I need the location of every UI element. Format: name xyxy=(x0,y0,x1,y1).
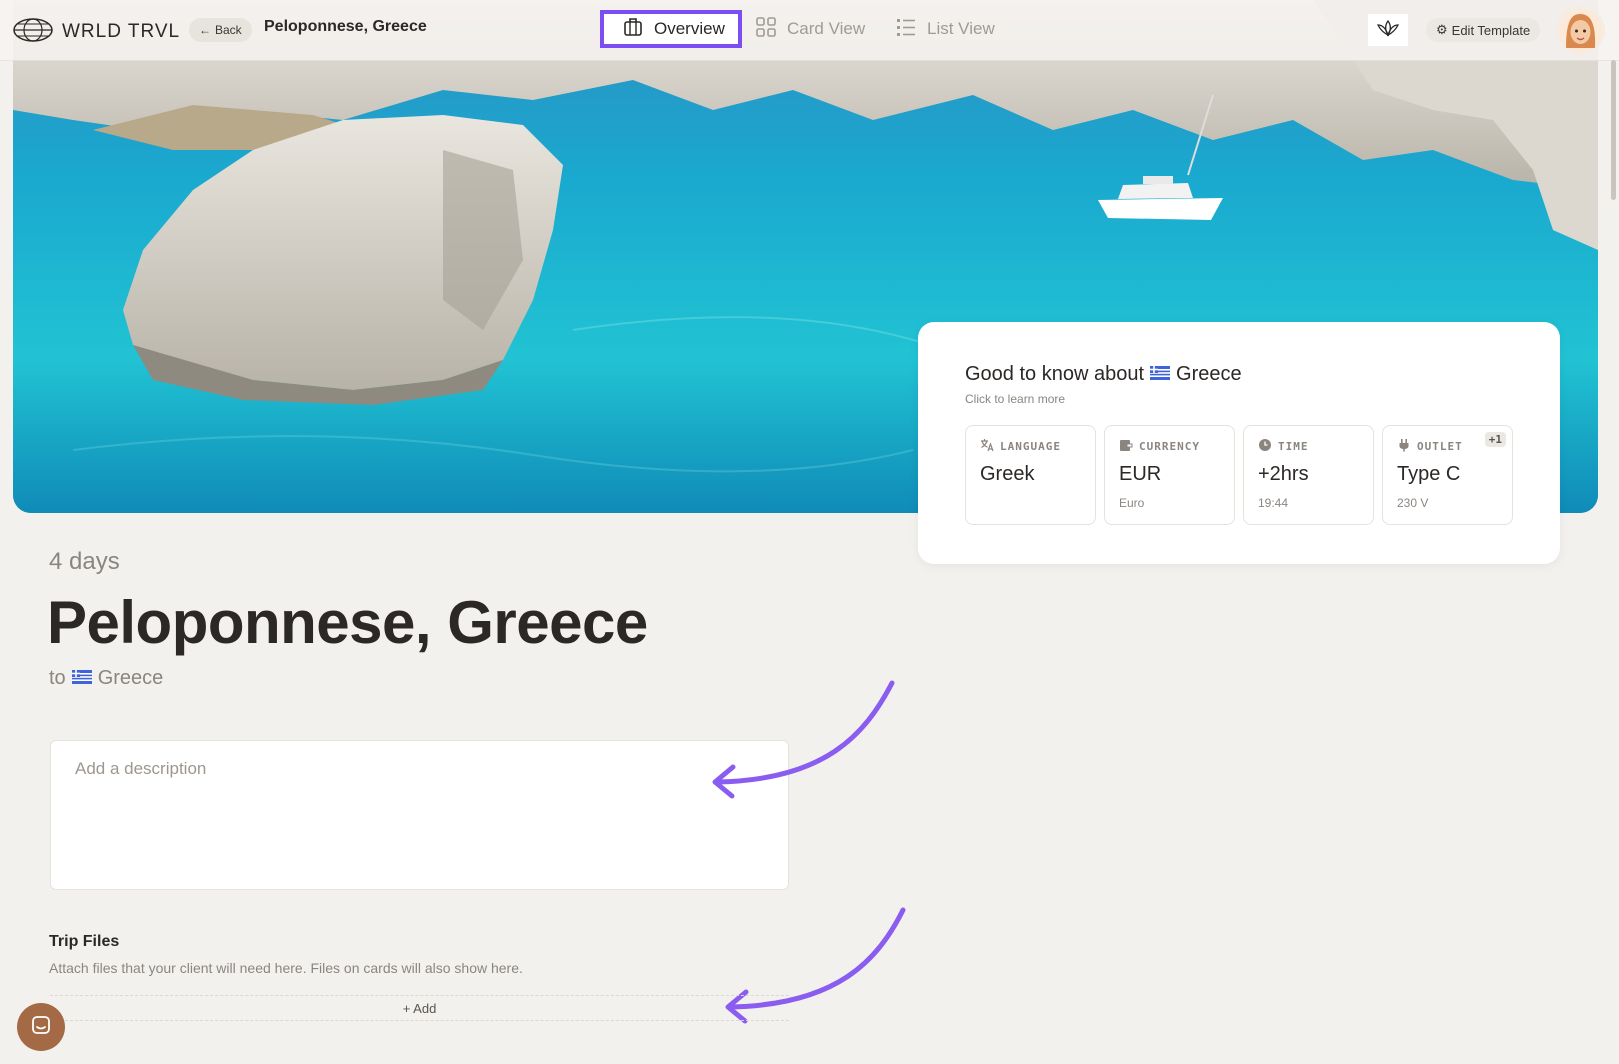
add-file-label: + Add xyxy=(402,1000,437,1016)
currency-tile[interactable]: CURRENCY EUR Euro xyxy=(1104,425,1235,525)
globe-icon xyxy=(12,17,54,47)
time-label: TIME xyxy=(1278,440,1309,453)
trip-files-subtitle: Attach files that your client will need … xyxy=(49,960,523,976)
destination-line: to Greece xyxy=(49,667,163,690)
greece-flag-icon xyxy=(1150,363,1171,386)
language-tile[interactable]: LANGUAGE Greek xyxy=(965,425,1096,525)
destination-country: Greece xyxy=(97,667,164,689)
destination-prefix: to xyxy=(49,667,66,689)
page-title: Peloponnese, Greece xyxy=(47,589,648,656)
trip-duration: 4 days xyxy=(49,548,120,575)
outlet-tile[interactable]: +1 OUTLET Type C 230 V xyxy=(1382,425,1513,525)
back-button[interactable]: ← Back xyxy=(189,18,252,42)
suitcase-icon xyxy=(622,16,644,43)
good-to-know-subtitle: Click to learn more xyxy=(965,392,1066,406)
tab-list-view-label: List View xyxy=(927,19,995,38)
description-input[interactable]: Add a description xyxy=(50,740,789,890)
arrow-left-icon: ← xyxy=(199,23,211,37)
grid-icon xyxy=(755,16,777,43)
list-icon xyxy=(895,16,917,43)
wallet-icon xyxy=(1119,438,1133,455)
currency-tile-label-row: CURRENCY xyxy=(1119,438,1220,455)
good-to-know-title: Good to know about Greece xyxy=(965,363,1242,386)
greece-flag-icon xyxy=(71,667,92,690)
good-to-know-country: Greece xyxy=(1176,363,1242,385)
avatar[interactable] xyxy=(1556,6,1605,55)
breadcrumb: Peloponnese, Greece xyxy=(264,18,427,35)
edit-template-button[interactable]: ⚙ Edit Template xyxy=(1426,18,1541,42)
outlet-sub: 230 V xyxy=(1397,496,1429,510)
tab-overview[interactable]: Overview xyxy=(600,10,742,48)
back-label: Back xyxy=(215,23,242,37)
plug-icon xyxy=(1397,438,1411,455)
language-tile-label-row: LANGUAGE xyxy=(980,438,1081,455)
lotus-icon xyxy=(1375,19,1401,41)
currency-label: CURRENCY xyxy=(1139,440,1200,453)
more-badge: +1 xyxy=(1484,432,1506,447)
add-file-button[interactable]: + Add xyxy=(50,995,789,1021)
tab-overview-label: Overview xyxy=(654,19,725,38)
language-label: LANGUAGE xyxy=(1000,440,1061,453)
translate-icon xyxy=(980,438,994,455)
page: WRLD TRVL ← Back Peloponnese, Greece Ove… xyxy=(0,0,1619,1064)
edit-template-label: Edit Template xyxy=(1451,22,1531,38)
outlet-tile-label-row: OUTLET xyxy=(1397,438,1498,455)
time-sub: 19:44 xyxy=(1258,496,1289,510)
good-to-know-card[interactable]: Good to know about Greece Click to learn… xyxy=(918,322,1560,564)
trip-files-title: Trip Files xyxy=(49,933,120,950)
clock-icon xyxy=(1258,438,1272,455)
time-tile-label-row: TIME xyxy=(1258,438,1359,455)
outlet-label: OUTLET xyxy=(1417,440,1463,453)
tab-card-view-label: Card View xyxy=(787,19,866,38)
top-navigation-bar: WRLD TRVL ← Back Peloponnese, Greece Ove… xyxy=(0,0,1619,61)
chat-icon xyxy=(30,1014,52,1040)
gear-icon: ⚙ xyxy=(1436,22,1448,37)
scrollbar[interactable] xyxy=(1611,60,1616,200)
good-to-know-title-prefix: Good to know about xyxy=(965,363,1145,385)
language-value: Greek xyxy=(980,463,1035,485)
description-placeholder: Add a description xyxy=(75,759,207,778)
tab-card-view[interactable]: Card View xyxy=(755,10,865,48)
logo[interactable]: WRLD TRVL xyxy=(12,17,180,47)
outlet-value: Type C xyxy=(1397,463,1461,485)
chat-button[interactable] xyxy=(17,1003,65,1051)
brand-button[interactable] xyxy=(1368,14,1408,46)
currency-sub: Euro xyxy=(1119,496,1145,510)
tab-list-view[interactable]: List View xyxy=(895,10,995,48)
time-tile[interactable]: TIME +2hrs 19:44 xyxy=(1243,425,1374,525)
time-value: +2hrs xyxy=(1258,463,1309,485)
currency-value: EUR xyxy=(1119,463,1162,485)
logo-text: WRLD TRVL xyxy=(62,21,181,42)
